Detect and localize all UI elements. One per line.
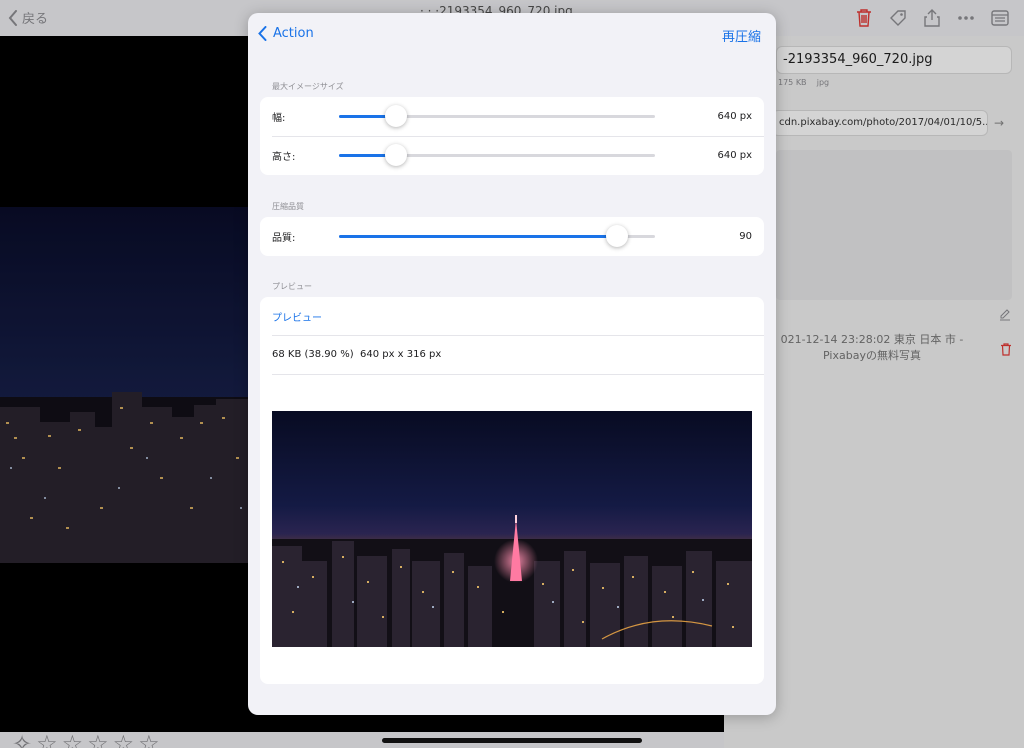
preview-info: 68 KB (38.90 %) 640 px x 316 px [272,349,442,360]
quality-group: 品質: 90 [260,217,764,256]
max-size-section-header: 最大イメージサイズ [272,82,344,91]
divider [272,374,764,375]
chevron-left-icon [258,26,267,41]
height-label: 高さ: [272,152,296,163]
preview-group: プレビュー 68 KB (38.90 %) 640 px x 316 px [260,297,764,684]
slider-thumb[interactable] [384,105,407,127]
width-slider[interactable] [339,105,655,127]
action-back-label: Action [273,26,314,41]
width-label: 幅: [272,113,286,124]
quality-row: 品質: 90 [260,217,764,256]
recompress-sheet: Action 再圧縮 最大イメージサイズ 幅: 640 px 高さ: 640 p… [248,13,776,715]
quality-section-header: 圧縮品質 [272,202,304,211]
divider [272,335,764,336]
slider-thumb[interactable] [384,144,407,166]
preview-button[interactable]: プレビュー [272,309,322,324]
recompress-button[interactable]: 再圧縮 [722,26,761,45]
quality-slider[interactable] [339,225,655,247]
sheet-navigation-bar: Action 再圧縮 [248,13,776,57]
quality-label: 品質: [272,233,296,244]
action-back-button[interactable]: Action [258,26,314,41]
height-row: 高さ: 640 px [260,136,764,175]
height-value: 640 px [717,150,752,161]
height-slider[interactable] [339,144,655,166]
width-value: 640 px [717,111,752,122]
preview-section-header: プレビュー [272,282,312,291]
home-indicator[interactable] [382,738,642,743]
max-size-group: 幅: 640 px 高さ: 640 px [260,97,764,175]
quality-value: 90 [739,231,752,242]
preview-image [272,411,752,647]
slider-thumb[interactable] [606,225,629,247]
width-row: 幅: 640 px [260,97,764,136]
